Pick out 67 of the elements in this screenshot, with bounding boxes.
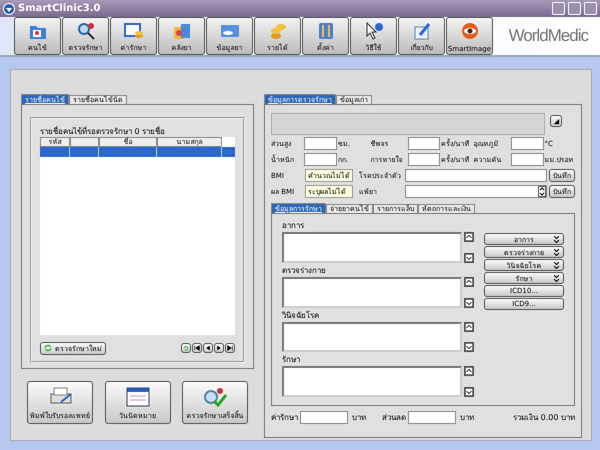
input-field[interactable] [304, 153, 337, 166]
minimize-button[interactable] [552, 2, 565, 15]
column-header [70, 137, 99, 147]
text-area[interactable] [282, 322, 462, 352]
app-icon [3, 2, 15, 14]
window-title: SmartClinic3.0 [18, 3, 100, 14]
scroll-up-button[interactable] [464, 232, 474, 242]
scroll-down-button[interactable] [464, 252, 474, 263]
total-label: รวมเงิน 0.00 บาท [513, 412, 575, 424]
section-label: วินิจฉัยโรค [282, 310, 320, 322]
input-field[interactable] [304, 137, 337, 150]
scroll-down-button[interactable] [464, 342, 474, 352]
input-field[interactable] [511, 153, 544, 166]
input-field[interactable] [408, 137, 440, 150]
input-field[interactable] [408, 153, 440, 166]
refresh-button[interactable] [181, 343, 191, 353]
scroll-up-button[interactable] [464, 366, 474, 376]
next-button[interactable] [214, 343, 224, 353]
notepad-icon [412, 21, 432, 41]
calendar-icon [124, 386, 150, 408]
section-label: ตรวจร่างกาย [282, 264, 327, 277]
scroll-up-button[interactable] [464, 276, 474, 287]
text-area[interactable] [282, 232, 462, 263]
list-caption: รายชื่อคนไข้ที่รอตรวจรักษา 0 รายชื่อ [40, 125, 166, 137]
field-label: ค่ารักษา [271, 412, 298, 424]
double-chevron-icon [554, 236, 559, 243]
input-field[interactable] [408, 410, 456, 424]
double-chevron-icon [554, 249, 559, 256]
close-button[interactable] [584, 2, 597, 15]
last-button[interactable] [225, 343, 235, 353]
magnifier-check-icon [202, 386, 228, 408]
double-chevron-icon [554, 262, 559, 269]
unit-label: บาท [351, 412, 367, 424]
collapse-button[interactable] [550, 115, 562, 127]
magnifier-icon [76, 21, 96, 41]
eye-icon [460, 21, 480, 41]
scroll-up-button[interactable] [464, 322, 474, 332]
refresh-icon [183, 345, 189, 351]
section-label: รักษา [282, 354, 301, 366]
logo: WorldMedic [508, 26, 588, 46]
first-icon [194, 345, 200, 351]
cursor-help-icon [364, 21, 384, 41]
first-button[interactable] [192, 343, 202, 353]
next-icon [216, 345, 222, 351]
input-field[interactable] [511, 137, 544, 150]
spinner-icon [538, 186, 546, 197]
scroll-down-button[interactable] [464, 387, 474, 397]
input-field[interactable] [300, 410, 348, 424]
table-row[interactable] [40, 147, 235, 157]
restore-button[interactable] [568, 2, 581, 15]
field-label: ส่วนลด [382, 412, 406, 424]
prev-icon [205, 345, 211, 351]
up-triangle-icon [552, 118, 560, 124]
previous-button[interactable] [203, 343, 213, 353]
boxes-icon [172, 21, 192, 41]
text-area[interactable] [282, 366, 462, 397]
section-label: อาการ [282, 220, 305, 232]
unit-label: บาท [459, 412, 475, 424]
notes-field[interactable] [271, 113, 545, 135]
text-area[interactable] [282, 276, 462, 308]
scroll-down-button[interactable] [464, 298, 474, 308]
window-coins-icon [124, 21, 144, 41]
input-field[interactable] [405, 185, 547, 198]
refresh-icon [44, 344, 52, 352]
last-icon [227, 345, 233, 351]
input-field[interactable] [405, 169, 547, 182]
double-chevron-icon [554, 275, 559, 282]
